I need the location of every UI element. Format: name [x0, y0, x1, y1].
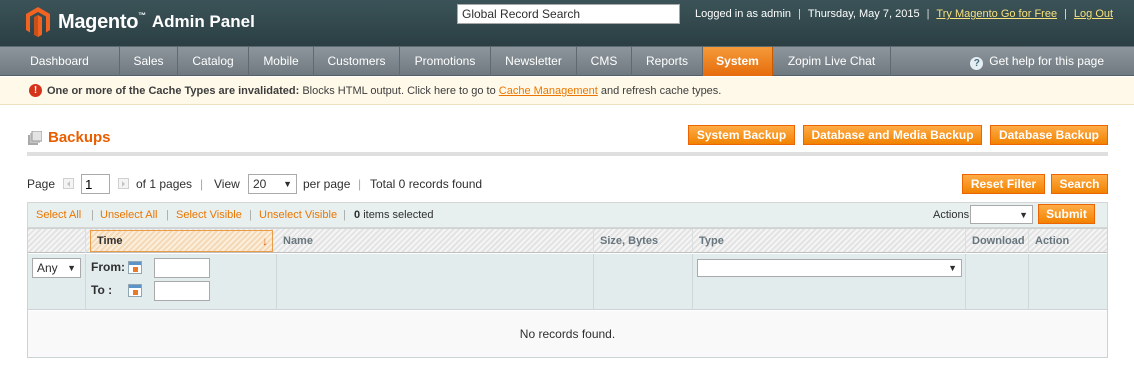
nav-customers[interactable]: Customers [314, 47, 400, 76]
time-from-input[interactable] [154, 258, 210, 278]
nav-system[interactable]: System [703, 47, 773, 76]
next-page-icon[interactable] [118, 178, 129, 189]
admin-header: Magento™ Admin Panel Logged in as admin|… [0, 0, 1134, 46]
page-label: Page [27, 177, 56, 191]
nav-promotions[interactable]: Promotions [400, 47, 491, 76]
filter-row: Any ▼ From: To : ▼ [28, 254, 1107, 310]
logo-text: Magento™ [58, 10, 146, 33]
nav-catalog[interactable]: Catalog [178, 47, 249, 76]
any-select[interactable]: Any ▼ [32, 258, 81, 278]
total-records: Total 0 records found [370, 177, 483, 191]
time-to-input[interactable] [154, 281, 210, 301]
column-name[interactable]: Name [277, 229, 594, 253]
column-type[interactable]: Type [693, 229, 966, 253]
global-search-input[interactable] [457, 4, 680, 24]
calendar-icon[interactable] [128, 261, 142, 274]
cache-notice: ! One or more of the Cache Types are inv… [0, 77, 1134, 105]
magento-logo[interactable]: Magento™ Admin Panel [26, 4, 255, 40]
nav-cms[interactable]: CMS [577, 47, 632, 76]
backups-icon [28, 131, 42, 145]
backups-grid: Time ↓ Name Size, Bytes Type Download Act… [27, 228, 1108, 358]
system-backup-button[interactable]: System Backup [688, 125, 795, 145]
header-links: Logged in as admin | Thursday, May 7, 2015… [695, 8, 1114, 20]
nav-sales[interactable]: Sales [120, 47, 178, 76]
prev-page-icon[interactable] [63, 178, 74, 189]
download-filter-cell [966, 254, 1029, 310]
column-action: Action [1035, 235, 1070, 247]
items-selected-text: 0 items selected [354, 209, 434, 221]
magento-logo-icon [26, 7, 50, 37]
type-filter-select[interactable]: ▼ [697, 259, 962, 277]
error-icon: ! [29, 84, 42, 97]
submit-button[interactable]: Submit [1038, 204, 1095, 224]
select-all-link[interactable]: Select All [36, 203, 81, 227]
massaction-bar: Select All | Unselect All | Select Visib… [27, 202, 1108, 228]
column-checkbox [28, 229, 86, 253]
db-backup-button[interactable]: Database Backup [990, 125, 1108, 145]
search-button[interactable]: Search [1051, 174, 1108, 194]
action-filter-cell [1029, 254, 1107, 310]
help-icon: ? [970, 57, 984, 70]
logout-link[interactable]: Log Out [1074, 8, 1113, 20]
per-page-select[interactable]: 20 ▼ [248, 174, 297, 194]
cache-management-link[interactable]: Cache Management [499, 85, 598, 97]
logo-subtitle: Admin Panel [151, 12, 255, 31]
page-number-input[interactable] [81, 174, 110, 194]
column-download: Download [966, 229, 1029, 253]
unselect-visible-link[interactable]: Unselect Visible [259, 203, 337, 227]
to-label: To : [91, 283, 113, 297]
try-magento-go-link[interactable]: Try Magento Go for Free [936, 8, 1057, 20]
dropdown-arrow-icon: ▼ [948, 263, 957, 273]
main-nav: Dashboard Sales Catalog Mobile Customers… [0, 46, 1134, 76]
page-title: Backups [48, 129, 111, 146]
header-date: Thursday, May 7, 2015 [807, 8, 920, 20]
nav-dashboard[interactable]: Dashboard [0, 47, 120, 76]
dropdown-arrow-icon: ▼ [1019, 210, 1028, 220]
actions-select[interactable]: ▼ [970, 205, 1033, 224]
help-link[interactable]: ? Get help for this page [970, 47, 1104, 76]
logged-in-text: Logged in as admin [695, 8, 792, 20]
view-label: View [214, 177, 240, 191]
size-filter-cell [594, 254, 693, 310]
unselect-all-link[interactable]: Unselect All [100, 203, 157, 227]
dropdown-arrow-icon: ▼ [67, 263, 76, 273]
sort-desc-icon: ↓ [262, 234, 268, 248]
page-head-divider [27, 152, 1108, 156]
from-label: From: [91, 260, 125, 274]
nav-zopim-live-chat[interactable]: Zopim Live Chat [773, 47, 891, 76]
column-time[interactable]: Time ↓ [90, 230, 273, 252]
column-size[interactable]: Size, Bytes [594, 229, 693, 253]
notice-message: One or more of the Cache Types are inval… [47, 85, 722, 97]
nav-reports[interactable]: Reports [632, 47, 703, 76]
calendar-icon[interactable] [128, 284, 142, 297]
name-filter-cell [277, 254, 594, 310]
select-visible-link[interactable]: Select Visible [176, 203, 242, 227]
dropdown-arrow-icon: ▼ [283, 179, 292, 189]
empty-row: No records found. [28, 311, 1107, 357]
nav-newsletter[interactable]: Newsletter [491, 47, 577, 76]
reset-filter-button[interactable]: Reset Filter [962, 174, 1045, 194]
db-media-backup-button[interactable]: Database and Media Backup [803, 125, 982, 145]
no-records-text: No records found. [519, 327, 616, 341]
grid-header: Time ↓ Name Size, Bytes Type Download Act… [28, 229, 1107, 253]
actions-label: Actions [933, 209, 970, 221]
nav-mobile[interactable]: Mobile [249, 47, 314, 76]
